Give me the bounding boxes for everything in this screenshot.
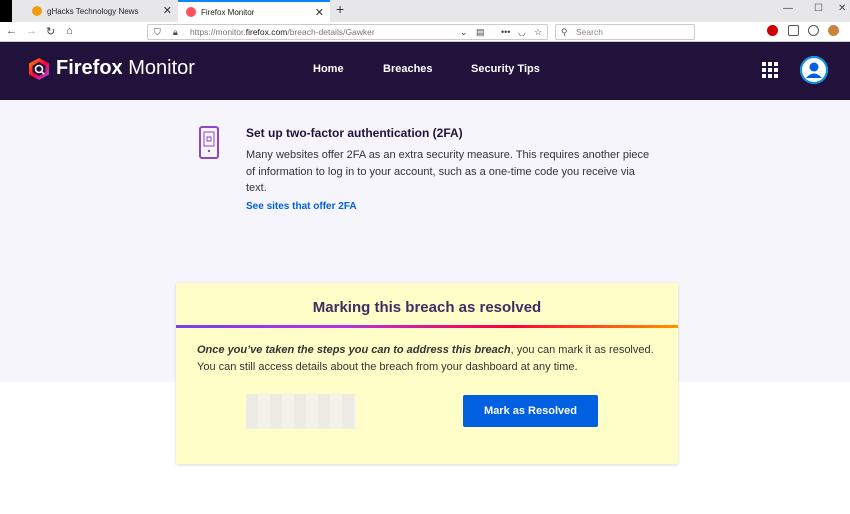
nav-home[interactable]: Home (313, 63, 344, 75)
bookmark-star-icon[interactable]: ☆ (534, 25, 542, 39)
site-header: Firefox Monitor Home Breaches Security T… (0, 42, 850, 100)
resolve-breach-card: Marking this breach as resolved Once you… (176, 283, 678, 464)
user-avatar-icon (800, 56, 828, 84)
ghacks-favicon-icon (32, 6, 42, 16)
tab-bar: gHacks Technology News ✕ Firefox Monitor… (0, 0, 850, 22)
ublock-extension-icon[interactable] (767, 25, 778, 36)
navigation-toolbar: ← → ↻ ⌂ ⛉ 🔒︎ https://monitor.firefox.com… (0, 22, 850, 42)
apps-grid-icon[interactable] (762, 62, 778, 78)
card-description: Once you’ve taken the steps you can to a… (197, 344, 654, 373)
back-icon[interactable]: ← (6, 25, 17, 37)
close-window-icon[interactable]: ✕ (838, 3, 846, 14)
sidebar-icon[interactable] (788, 25, 799, 36)
nav-breaches[interactable]: Breaches (383, 63, 433, 75)
reload-icon[interactable]: ↻ (46, 25, 55, 38)
logo-wordmark[interactable]: Firefox Monitor (56, 57, 195, 80)
monkey-extension-icon[interactable] (828, 25, 839, 36)
tab-title: Firefox Monitor (201, 7, 255, 17)
search-input[interactable]: ⚲ Search (555, 24, 695, 40)
more-actions-icon[interactable]: ••• (501, 25, 510, 39)
gradient-divider (176, 325, 678, 328)
avatar[interactable] (800, 56, 828, 84)
minimize-icon[interactable]: — (783, 3, 793, 14)
twofa-heading: Set up two-factor authentication (2FA) (246, 126, 463, 140)
search-icon: ⚲ (561, 27, 568, 37)
maximize-icon[interactable]: ☐ (814, 3, 823, 14)
pocket-icon[interactable]: ◡ (518, 25, 526, 39)
url-domain: firefox.com (245, 27, 288, 37)
see-2fa-sites-link[interactable]: See sites that offer 2FA (246, 201, 357, 212)
tab-title: gHacks Technology News (47, 6, 139, 16)
url-path: /breach-details/Gawker (287, 27, 375, 37)
url-prefix: https://monitor. (190, 27, 246, 37)
card-title: Marking this breach as resolved (312, 299, 542, 316)
close-tab-icon[interactable]: ✕ (163, 4, 172, 17)
account-icon[interactable] (808, 25, 819, 36)
close-tab-icon[interactable]: ✕ (315, 6, 324, 19)
window-edge (0, 0, 12, 22)
search-placeholder: Search (576, 27, 603, 37)
firefox-monitor-favicon-icon (186, 7, 196, 17)
shield-icon[interactable]: ⛉ (154, 25, 161, 39)
blurred-element (246, 394, 356, 429)
tab-firefox-monitor[interactable]: Firefox Monitor ✕ (178, 0, 330, 22)
lock-icon[interactable]: 🔒︎ (173, 25, 178, 39)
nav-security-tips[interactable]: Security Tips (471, 63, 540, 75)
url-bar[interactable]: ⛉ 🔒︎ https://monitor.firefox.com/breach-… (147, 24, 548, 40)
tab-ghacks[interactable]: gHacks Technology News ✕ (12, 0, 178, 22)
home-icon[interactable]: ⌂ (66, 25, 73, 37)
firefox-monitor-logo-icon[interactable] (27, 57, 51, 81)
twofa-description: Many websites offer 2FA as an extra secu… (246, 149, 650, 194)
phone-2fa-icon (199, 126, 219, 159)
new-tab-icon[interactable]: + (336, 1, 344, 17)
chevron-down-icon[interactable]: ⌄ (460, 25, 468, 39)
forward-icon[interactable]: → (26, 25, 37, 37)
reader-view-icon[interactable]: ▤ (476, 25, 485, 39)
mark-as-resolved-button[interactable]: Mark as Resolved (463, 395, 598, 427)
